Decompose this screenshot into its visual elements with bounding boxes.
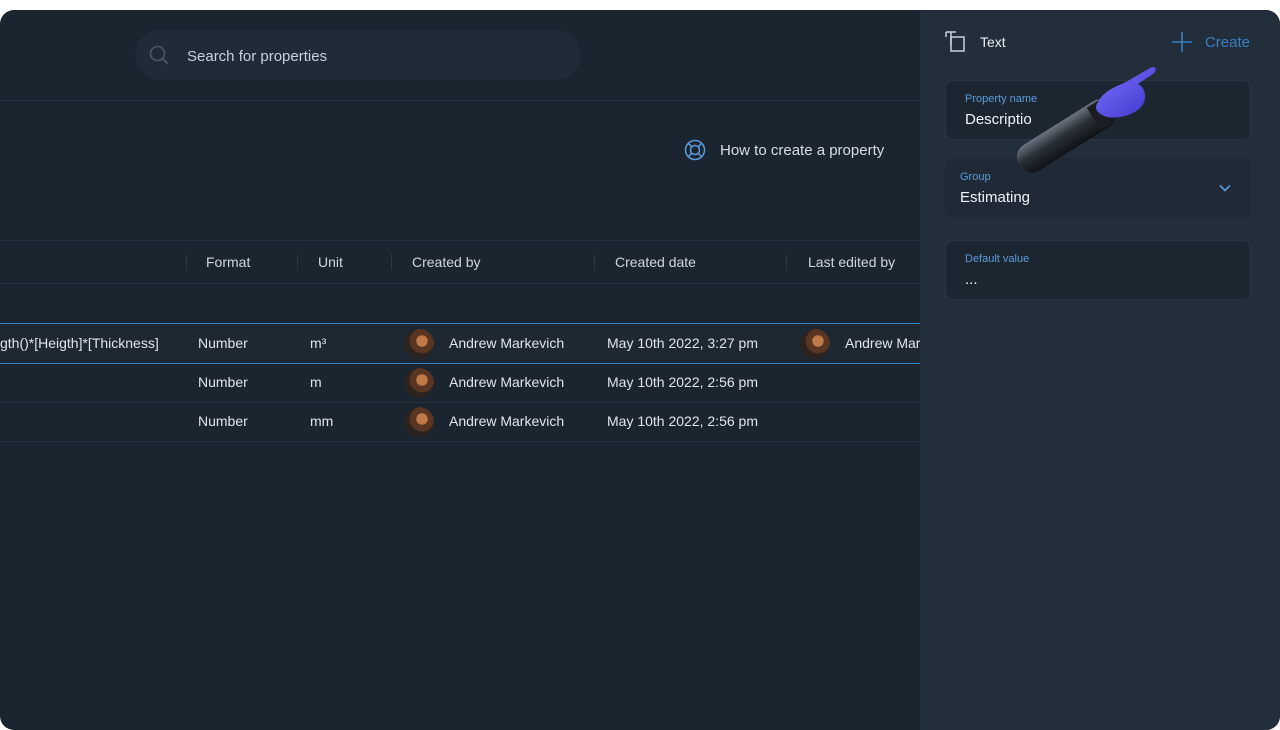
created-by-cell: Andrew Markevich xyxy=(449,335,565,351)
column-header-unit[interactable]: Unit xyxy=(318,241,343,283)
field-label: Default value xyxy=(965,253,1030,265)
search-input[interactable] xyxy=(185,30,569,82)
property-type-label: Text xyxy=(980,34,1006,50)
how-to-create-link[interactable]: How to create a property xyxy=(684,138,884,162)
search-icon xyxy=(149,45,169,65)
lifebuoy-icon xyxy=(684,139,706,161)
field-label: Group xyxy=(960,171,991,183)
plus-icon xyxy=(1171,32,1192,52)
search-bar[interactable] xyxy=(135,30,581,82)
app-frame: How to create a property Format Unit Cre… xyxy=(0,10,1280,730)
default-value-value[interactable]: ... xyxy=(965,271,978,288)
avatar xyxy=(404,407,434,437)
column-header-last-edited-by[interactable]: Last edited by xyxy=(808,241,895,283)
group-value: Estimating xyxy=(960,189,1031,206)
table-row[interactable]: Number m Andrew Markevich May 10th 2022,… xyxy=(0,363,920,403)
default-value-field[interactable]: Default value ... xyxy=(945,240,1251,300)
table-row[interactable]: gth()*[Heigth]*[Thickness] Number m³ And… xyxy=(0,323,920,364)
created-date-cell: May 10th 2022, 2:56 pm xyxy=(607,413,758,429)
avatar xyxy=(800,329,830,359)
created-by-cell: Andrew Markevich xyxy=(449,413,565,429)
column-separator xyxy=(186,254,187,270)
help-link-label: How to create a property xyxy=(720,141,885,159)
create-button-label: Create xyxy=(1204,33,1250,51)
create-button[interactable]: Create xyxy=(1171,30,1250,54)
unit-cell: m³ xyxy=(310,335,327,351)
column-header-created-by[interactable]: Created by xyxy=(412,241,480,283)
table-row[interactable]: Number mm Andrew Markevich May 10th 2022… xyxy=(0,402,920,442)
last-edited-by-cell: Andrew Mar xyxy=(845,335,920,351)
formula-cell: gth()*[Heigth]*[Thickness] xyxy=(0,335,159,351)
chevron-down-icon[interactable] xyxy=(1218,181,1232,195)
avatar xyxy=(404,329,434,359)
column-header-created-date[interactable]: Created date xyxy=(615,241,696,283)
column-separator xyxy=(594,254,595,270)
column-separator xyxy=(786,254,787,270)
column-separator xyxy=(391,254,392,270)
created-date-cell: May 10th 2022, 2:56 pm xyxy=(607,374,758,390)
panel-header: Text Create xyxy=(944,30,1256,54)
format-cell: Number xyxy=(198,335,248,351)
column-header-format[interactable]: Format xyxy=(206,241,250,283)
avatar xyxy=(404,368,434,398)
created-by-cell: Andrew Markevich xyxy=(449,374,565,390)
text-type-icon xyxy=(945,31,965,52)
unit-cell: m xyxy=(310,374,322,390)
created-date-cell: May 10th 2022, 3:27 pm xyxy=(607,335,758,351)
column-separator xyxy=(297,254,298,270)
format-cell: Number xyxy=(198,374,248,390)
unit-cell: mm xyxy=(310,413,334,429)
table-header: Format Unit Created by Created date Last… xyxy=(0,240,920,284)
format-cell: Number xyxy=(198,413,248,429)
header-divider xyxy=(0,100,920,101)
pointer-pen-icon xyxy=(1016,67,1156,173)
